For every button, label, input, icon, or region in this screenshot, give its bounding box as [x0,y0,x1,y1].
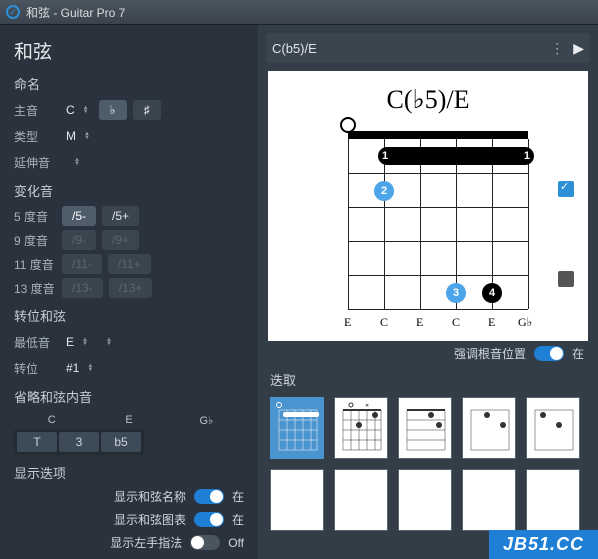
nut [348,131,528,139]
d11-label: 11 度音 [14,256,56,273]
svg-text:✕: ✕ [365,403,369,409]
section-naming: 命名 [14,74,244,93]
chord-diagram: C(♭5)/E 11 2 3 4 E C E C [268,71,588,341]
voicing-4[interactable] [462,397,516,459]
omit-3[interactable]: 3 [59,432,99,452]
d9-label: 9 度音 [14,232,56,249]
voicing-5[interactable] [526,397,580,459]
toggle-diagram-label: 显示和弦图表 [114,511,186,528]
d5-plus[interactable]: /5+ [102,206,139,226]
finger-2: 2 [374,181,394,201]
select-heading: 迭取 [258,366,598,393]
d9-plus[interactable]: /9+ [102,230,139,250]
window-title: 和弦 - Guitar Pro 7 [26,4,125,21]
d5-minus[interactable]: /5- [62,206,96,226]
omit-values: T 3 b5 [14,429,144,455]
toggle-name-label: 显示和弦名称 [114,488,186,505]
voicing-9[interactable] [462,469,516,531]
voicing-1[interactable] [270,397,324,459]
voicing-3[interactable] [398,397,452,459]
bass-select[interactable]: E▲▼ [62,331,92,353]
sharp-button[interactable]: ♯ [133,100,161,120]
ext-label: 延伸音 [14,154,56,171]
toggle-lh[interactable] [190,535,220,550]
voicing-8[interactable] [398,469,452,531]
section-display: 显示迭项 [14,463,244,482]
bass-label: 最低音 [14,334,56,351]
d11-plus[interactable]: /11+ [108,254,151,274]
inv-select[interactable]: #1▲▼ [62,357,97,379]
play-icon[interactable]: ▶ [573,40,584,57]
d5-label: 5 度音 [14,208,56,225]
panel-title: 和弦 [14,37,244,64]
omit-b5[interactable]: b5 [101,432,141,452]
d13-minus[interactable]: /13- [62,278,103,298]
bass-extra-select[interactable]: ▲▼ [98,331,148,353]
type-label: 类型 [14,128,56,145]
type-select[interactable]: M▲▼ [62,125,118,147]
d9-minus[interactable]: /9- [62,230,96,250]
toggle-diagram[interactable] [194,512,224,527]
finger-3: 3 [446,283,466,303]
toggle-name[interactable] [194,489,224,504]
emphasize-label: 强调根音位置 [454,345,526,362]
app-icon: ✓ [6,5,20,19]
root-label: 主音 [14,102,56,119]
voicing-2[interactable]: ✕ [334,397,388,459]
window-titlebar: ✓ 和弦 - Guitar Pro 7 [0,0,598,25]
d11-minus[interactable]: /11- [62,254,102,274]
section-altered: 变化音 [14,181,244,200]
omit-t[interactable]: T [17,432,57,452]
section-inversion: 转位和弦 [14,306,244,325]
inv-label: 转位 [14,360,56,377]
voicing-10[interactable] [526,469,580,531]
checkbox-1[interactable] [558,181,574,197]
toggle-emphasize[interactable] [534,346,564,361]
flat-button[interactable]: ♭ [99,100,127,120]
section-omit: 省略和弦内音 [14,387,244,406]
root-select[interactable]: C▲▼ [62,99,93,121]
d13-label: 13 度音 [14,280,56,297]
chord-preview-panel: C(b5)/E ⋮ ▶ C(♭5)/E 11 2 3 4 [258,25,598,559]
voicing-thumbnails: ✕ [258,393,598,543]
finger-4: 4 [482,283,502,303]
d13-plus[interactable]: /13+ [109,278,153,298]
ext-select[interactable]: ▲▼ [62,151,112,173]
toggle-lh-label: 显示左手指法 [110,534,182,551]
omit-headers: CEG♭ [14,412,244,429]
voicing-7[interactable] [334,469,388,531]
voicing-6[interactable] [270,469,324,531]
chord-settings-panel: 和弦 命名 主音 C▲▼ ♭ ♯ 类型 M▲▼ 延伸音 ▲▼ 变化音 5 度音 … [0,25,258,559]
more-icon[interactable]: ⋮ [542,40,573,57]
checkbox-2[interactable] [558,271,574,287]
diagram-title: C(♭5)/E [278,85,578,115]
chord-name-bar: C(b5)/E ⋮ ▶ [266,33,590,63]
barre-fret1: 11 [378,147,534,165]
watermark: JB51.CC [489,530,598,559]
chord-name-text: C(b5)/E [272,41,542,56]
